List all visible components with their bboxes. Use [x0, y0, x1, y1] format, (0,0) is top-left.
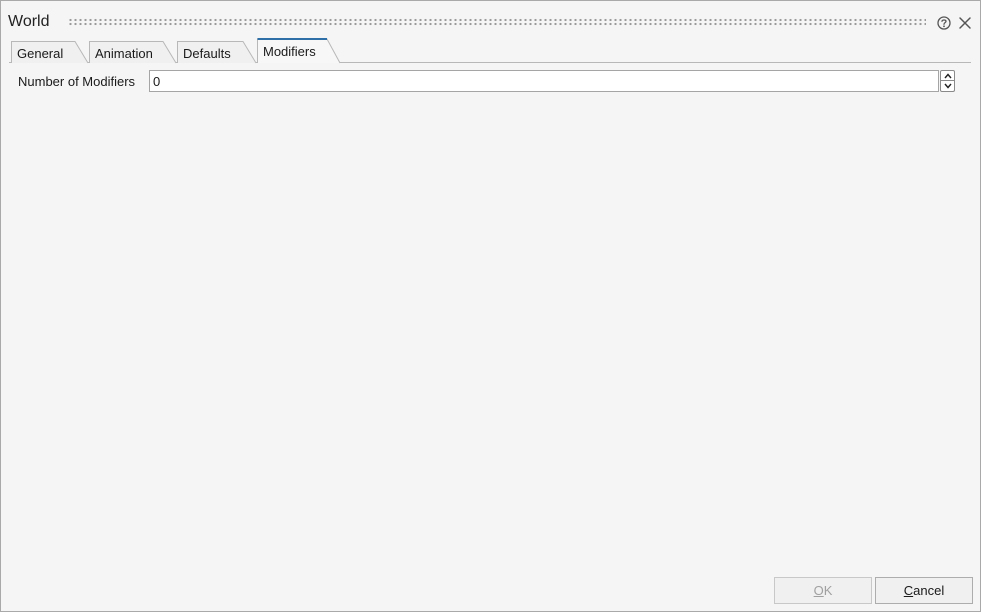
- tab-general-label: General: [17, 46, 64, 61]
- tab-animation[interactable]: Animation: [89, 41, 177, 64]
- tab-modifiers[interactable]: Modifiers: [257, 38, 341, 64]
- world-dialog: World General Animation Defaults Modifie…: [0, 0, 981, 612]
- cancel-button-label: Cancel: [903, 583, 945, 598]
- ok-button-label: OK: [813, 583, 833, 598]
- spin-down-button[interactable]: [940, 81, 955, 92]
- close-button[interactable]: [957, 15, 973, 31]
- tab-defaults-label: Defaults: [183, 46, 231, 61]
- chevron-down-icon: [944, 83, 952, 89]
- tab-modifiers-label: Modifiers: [263, 44, 316, 59]
- tab-strip: General Animation Defaults Modifiers: [11, 38, 971, 64]
- window-title: World: [8, 13, 50, 30]
- close-icon: [959, 17, 971, 29]
- chevron-up-icon: [944, 73, 952, 79]
- drag-grip[interactable]: [68, 18, 926, 26]
- tab-general[interactable]: General: [11, 41, 89, 64]
- help-circle-icon: [937, 16, 951, 30]
- ok-button[interactable]: OK: [774, 577, 872, 604]
- cancel-button[interactable]: Cancel: [875, 577, 973, 604]
- spin-up-button[interactable]: [940, 70, 955, 81]
- tab-defaults[interactable]: Defaults: [177, 41, 257, 64]
- number-of-modifiers-input[interactable]: [149, 70, 939, 92]
- number-of-modifiers-label: Number of Modifiers: [18, 74, 136, 89]
- tab-animation-label: Animation: [95, 46, 153, 61]
- help-button[interactable]: [936, 15, 952, 31]
- title-bar[interactable]: World: [1, 1, 980, 37]
